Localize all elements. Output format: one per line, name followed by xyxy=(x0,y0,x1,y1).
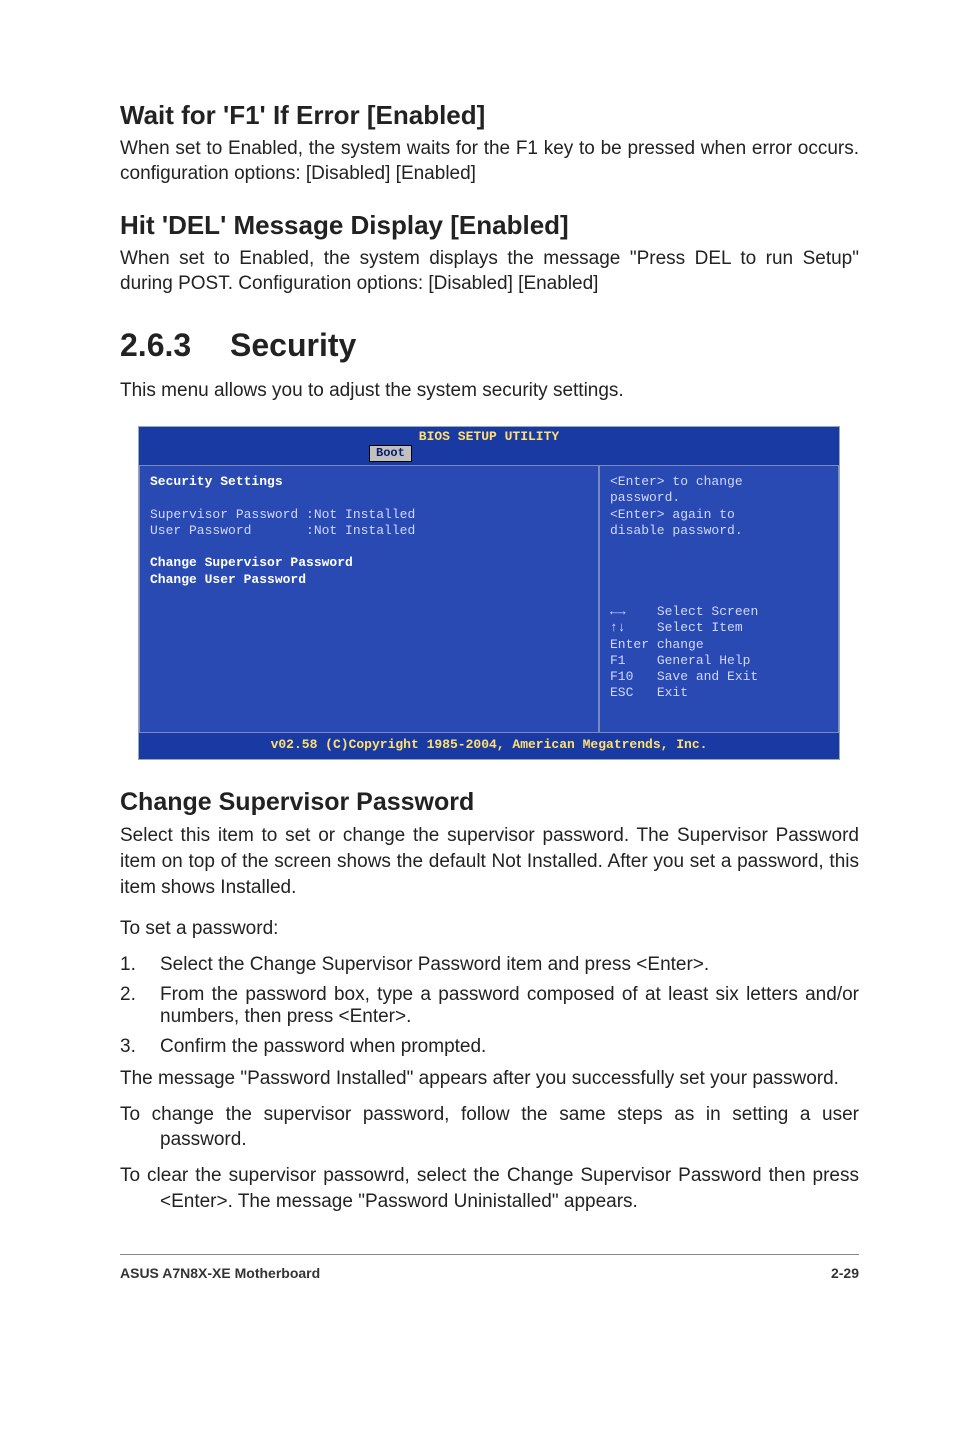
step-text: Confirm the password when prompted. xyxy=(160,1036,859,1058)
step-number: 2. xyxy=(120,984,160,1028)
body-wait-f1: When set to Enabled, the system waits fo… xyxy=(120,137,859,186)
bios-nav-arrows-lr: ←→ xyxy=(610,604,626,619)
bios-row-user-value: Not Installed xyxy=(314,523,415,538)
bios-help-l2: password. xyxy=(610,490,828,506)
step-3: 3.Confirm the password when prompted. xyxy=(120,1036,859,1058)
page-footer: ASUS A7N8X-XE Motherboard 2-29 xyxy=(120,1254,859,1281)
section-heading: 2.6.3Security xyxy=(120,327,859,364)
bios-help-l1: <Enter> to change xyxy=(610,474,828,490)
bios-right-pane: <Enter> to change password. <Enter> agai… xyxy=(599,465,839,733)
bios-nav-esc: ESC xyxy=(610,685,633,700)
bios-nav-save-exit: Save and Exit xyxy=(657,669,758,684)
bios-nav-select-item: Select Item xyxy=(657,620,743,635)
heading-hit-del: Hit 'DEL' Message Display [Enabled] xyxy=(120,210,859,241)
bios-footer: v02.58 (C)Copyright 1985-2004, American … xyxy=(139,733,839,759)
bios-nav-f1: F1 xyxy=(610,653,626,668)
bios-left-pane: Security Settings Supervisor Password :N… xyxy=(139,465,599,733)
bios-nav-exit: Exit xyxy=(657,685,688,700)
bios-nav-change: change xyxy=(657,637,704,652)
heading-change-supervisor: Change Supervisor Password xyxy=(120,788,859,817)
section-title: Security xyxy=(230,327,356,363)
steps-list: 1.Select the Change Supervisor Password … xyxy=(120,954,859,1058)
bios-nav-general-help: General Help xyxy=(657,653,751,668)
bios-nav-enter: Enter xyxy=(610,637,649,652)
paragraph-to-set: To set a password: xyxy=(120,918,859,940)
bios-nav-f10: F10 xyxy=(610,669,633,684)
paragraph-after-1: The message "Password Installed" appears… xyxy=(120,1066,859,1092)
bios-screenshot: BIOS SETUP UTILITY Boot Security Setting… xyxy=(138,426,840,761)
body-hit-del: When set to Enabled, the system displays… xyxy=(120,247,859,296)
bios-tabrow: Boot xyxy=(139,445,839,465)
bios-help-l4: disable password. xyxy=(610,523,828,539)
bios-title: BIOS SETUP UTILITY xyxy=(139,427,839,445)
step-text: Select the Change Supervisor Password it… xyxy=(160,954,859,976)
bios-help-l3: <Enter> again to xyxy=(610,507,828,523)
bios-option-change-supervisor: Change Supervisor Password xyxy=(150,555,588,571)
step-2: 2.From the password box, type a password… xyxy=(120,984,859,1028)
bios-row-user-label: User Password : xyxy=(150,523,314,538)
bios-nav-arrows-ud: ↑↓ xyxy=(610,620,626,635)
paragraph-after-3: To clear the supervisor passowrd, select… xyxy=(120,1163,859,1214)
step-1: 1.Select the Change Supervisor Password … xyxy=(120,954,859,976)
bios-row-supervisor-label: Supervisor Password : xyxy=(150,507,314,522)
bios-left-heading: Security Settings xyxy=(150,474,588,490)
paragraph-csp-intro: Select this item to set or change the su… xyxy=(120,823,859,900)
step-text: From the password box, type a password c… xyxy=(160,984,859,1028)
step-number: 3. xyxy=(120,1036,160,1058)
bios-nav-select-screen: Select Screen xyxy=(657,604,758,619)
section-number: 2.6.3 xyxy=(120,327,230,364)
section-intro: This menu allows you to adjust the syste… xyxy=(120,380,859,402)
step-number: 1. xyxy=(120,954,160,976)
paragraph-after-2: To change the supervisor password, follo… xyxy=(120,1102,859,1153)
footer-right: 2-29 xyxy=(831,1265,859,1281)
footer-left: ASUS A7N8X-XE Motherboard xyxy=(120,1265,320,1281)
heading-wait-f1: Wait for 'F1' If Error [Enabled] xyxy=(120,100,859,131)
bios-option-change-user: Change User Password xyxy=(150,572,588,588)
bios-row-supervisor-value: Not Installed xyxy=(314,507,415,522)
bios-tab-boot: Boot xyxy=(369,445,412,462)
